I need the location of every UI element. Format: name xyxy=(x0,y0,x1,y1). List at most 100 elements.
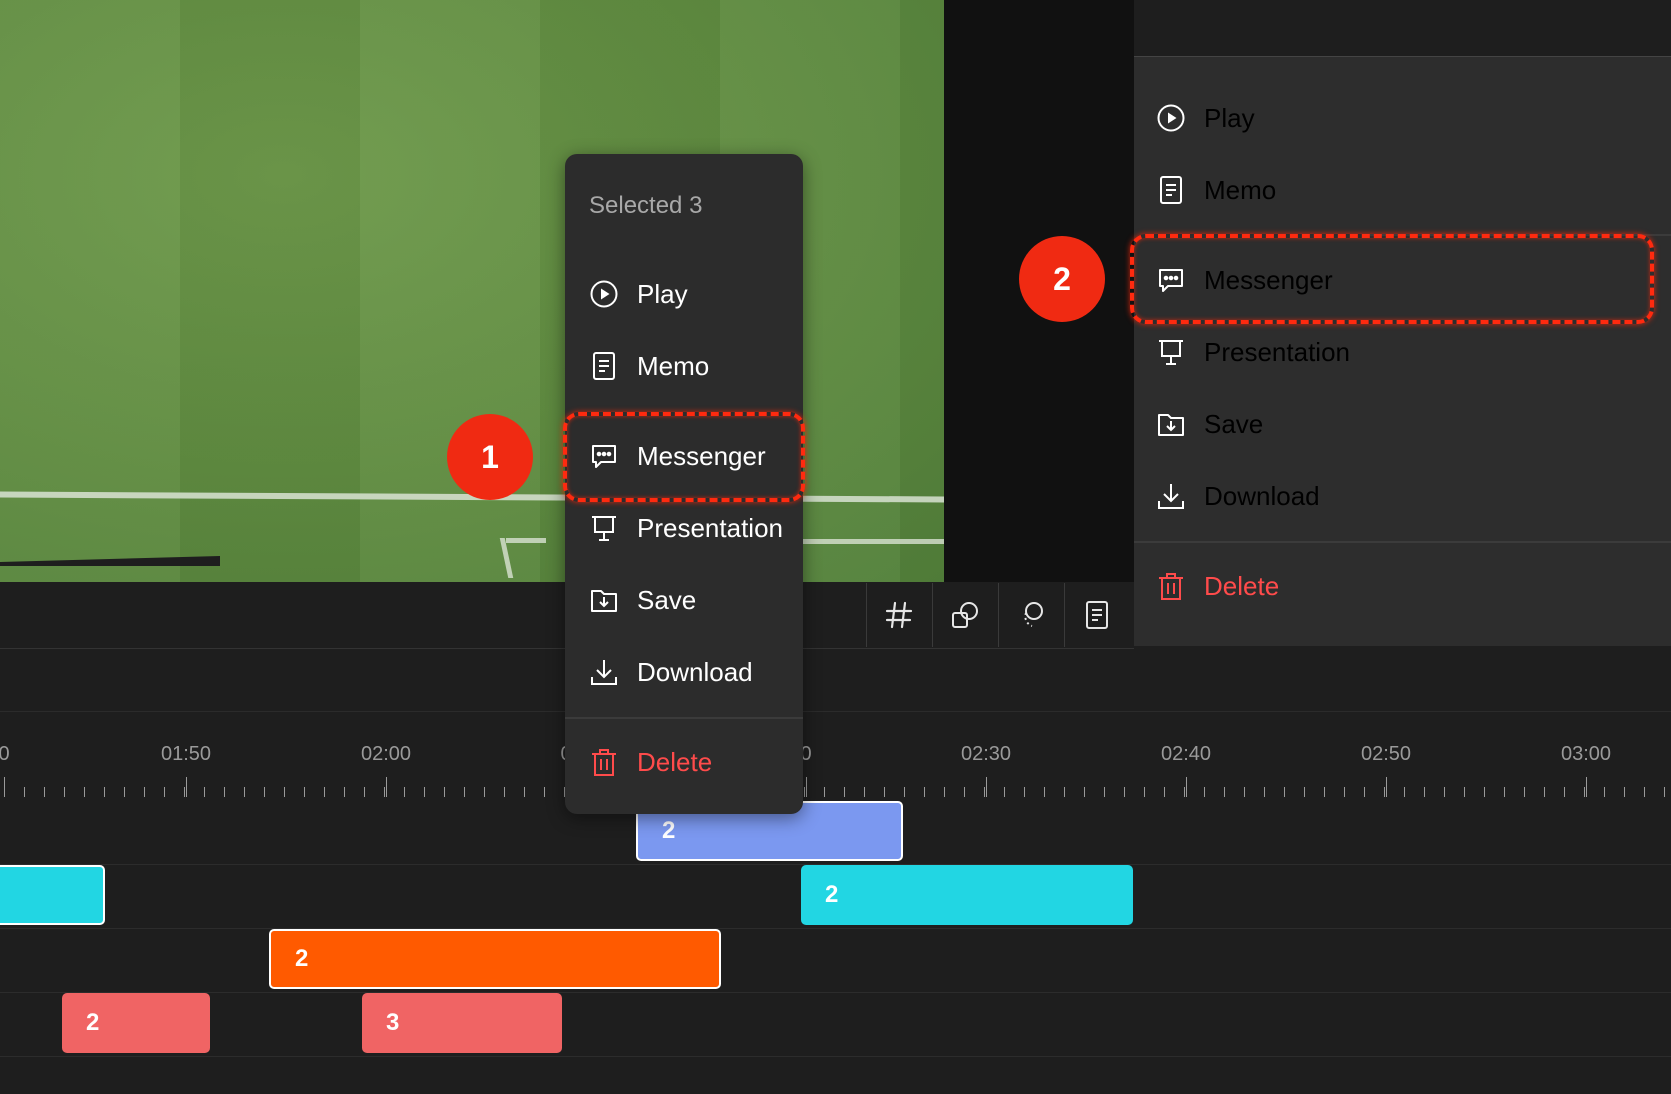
menu-delete[interactable]: Delete xyxy=(565,732,803,792)
ruler-tick xyxy=(484,787,485,797)
ruler-tick xyxy=(1464,787,1465,797)
ruler-tick xyxy=(1264,787,1265,797)
ruler-tick xyxy=(1224,787,1225,797)
menu-item-label: Play xyxy=(637,278,688,309)
play-icon xyxy=(590,280,618,308)
ruler-tick xyxy=(1304,787,1305,797)
ruler-time-label: 03:00 xyxy=(1560,743,1612,765)
ruler-tick xyxy=(904,787,905,797)
timeline-track xyxy=(0,929,1671,993)
ruler-tick xyxy=(204,787,205,797)
ruler-tick xyxy=(844,787,845,797)
ruler-tick xyxy=(1584,787,1585,797)
play-icon xyxy=(1157,104,1185,132)
ruler-tick xyxy=(324,787,325,797)
side-menu-save[interactable]: Save xyxy=(1134,394,1671,454)
ruler-major-tick xyxy=(1586,777,1587,797)
ruler-tick xyxy=(1184,787,1185,797)
side-menu-delete[interactable]: Delete xyxy=(1134,556,1671,616)
ruler-tick xyxy=(1204,787,1205,797)
ruler-tick xyxy=(244,787,245,797)
ruler-tick xyxy=(304,787,305,797)
presentation-icon xyxy=(592,516,616,541)
ruler-tick xyxy=(404,787,405,797)
ruler-tick xyxy=(84,787,85,797)
menu-item-label: Memo xyxy=(637,350,710,381)
menu-save[interactable]: Save xyxy=(565,570,803,630)
ruler-tick xyxy=(344,787,345,797)
pitch-line xyxy=(506,538,546,543)
hash-tool-button[interactable] xyxy=(866,583,931,647)
ruler-tick xyxy=(444,787,445,797)
timeline-clip[interactable]: 3 xyxy=(362,993,562,1053)
selection-count: Selected 3 xyxy=(589,192,703,219)
ruler-tick xyxy=(64,787,65,797)
ruler-tick xyxy=(124,787,125,797)
ruler-tick xyxy=(1624,787,1625,797)
timeline-ruler[interactable]: 001:5002:000002:3002:4002:5003:00 xyxy=(0,711,1671,801)
ruler-tick xyxy=(824,787,825,797)
ruler-tick xyxy=(984,787,985,797)
menu-item-label: Presentation xyxy=(637,512,783,543)
step-badge-1: 1 xyxy=(447,414,533,500)
ruler-tick xyxy=(524,787,525,797)
ruler-tick xyxy=(1544,787,1545,797)
ruler-time-label: 0 xyxy=(0,743,10,765)
ruler-tick xyxy=(1064,787,1065,797)
ruler-major-tick xyxy=(806,777,807,797)
save-icon xyxy=(1158,414,1184,436)
side-menu-memo[interactable]: Memo xyxy=(1134,160,1671,220)
timeline-clip[interactable] xyxy=(0,865,105,925)
timeline-clip[interactable]: 2 xyxy=(801,865,1133,925)
timeline-clip[interactable]: 2 xyxy=(62,993,210,1053)
presentation-icon xyxy=(1159,340,1183,365)
ruler-time-label: 02:50 xyxy=(1360,743,1412,765)
menu-presentation[interactable]: Presentation xyxy=(565,498,803,558)
ruler-major-tick xyxy=(1386,777,1387,797)
step-badge-2: 2 xyxy=(1019,236,1105,322)
clip-label: 2 xyxy=(662,817,676,844)
ruler-tick xyxy=(1164,787,1165,797)
ruler-tick xyxy=(1644,787,1645,797)
ruler-tick xyxy=(1144,787,1145,797)
ruler-tick xyxy=(1124,787,1125,797)
ruler-tick xyxy=(804,787,805,797)
ruler-tick xyxy=(44,787,45,797)
menu-item-label: Save xyxy=(637,584,697,615)
ruler-major-tick xyxy=(186,777,187,797)
menu-item-label: Play xyxy=(1204,102,1255,133)
ruler-tick xyxy=(1044,787,1045,797)
side-menu-play[interactable]: Play xyxy=(1134,88,1671,148)
ruler-tick xyxy=(1084,787,1085,797)
menu-play[interactable]: Play xyxy=(565,264,803,324)
video-edge xyxy=(0,556,220,566)
side-menu-download[interactable]: Download xyxy=(1134,466,1671,526)
trash-icon xyxy=(592,749,616,776)
ruler-tick xyxy=(264,787,265,797)
ruler-tick xyxy=(1604,787,1605,797)
side-menu-presentation[interactable]: Presentation xyxy=(1134,322,1671,382)
highlight-messenger-context xyxy=(563,412,805,502)
ruler-time-label: 02:00 xyxy=(360,743,412,765)
menu-download[interactable]: Download xyxy=(565,642,803,702)
ruler-tick xyxy=(1524,787,1525,797)
ruler-tick xyxy=(104,787,105,797)
ruler-time-label: 01:50 xyxy=(160,743,212,765)
ruler-tick xyxy=(364,787,365,797)
ruler-tick xyxy=(884,787,885,797)
clip-label: 2 xyxy=(86,1009,100,1036)
ruler-time-label: 02:40 xyxy=(1160,743,1212,765)
ruler-tick xyxy=(1484,787,1485,797)
timeline-track xyxy=(0,993,1671,1057)
ruler-tick xyxy=(1344,787,1345,797)
timeline-clip[interactable]: 2 xyxy=(269,929,721,989)
pitch-line xyxy=(798,539,944,544)
menu-memo[interactable]: Memo xyxy=(565,336,803,396)
memo-tool-button[interactable] xyxy=(1064,583,1129,647)
lasso-icon xyxy=(1024,602,1043,627)
menu-divider xyxy=(565,717,803,719)
lasso-tool-button[interactable] xyxy=(998,583,1063,647)
ruler-tick xyxy=(1104,787,1105,797)
trash-icon xyxy=(1159,573,1183,600)
shapes-tool-button[interactable] xyxy=(932,583,997,647)
